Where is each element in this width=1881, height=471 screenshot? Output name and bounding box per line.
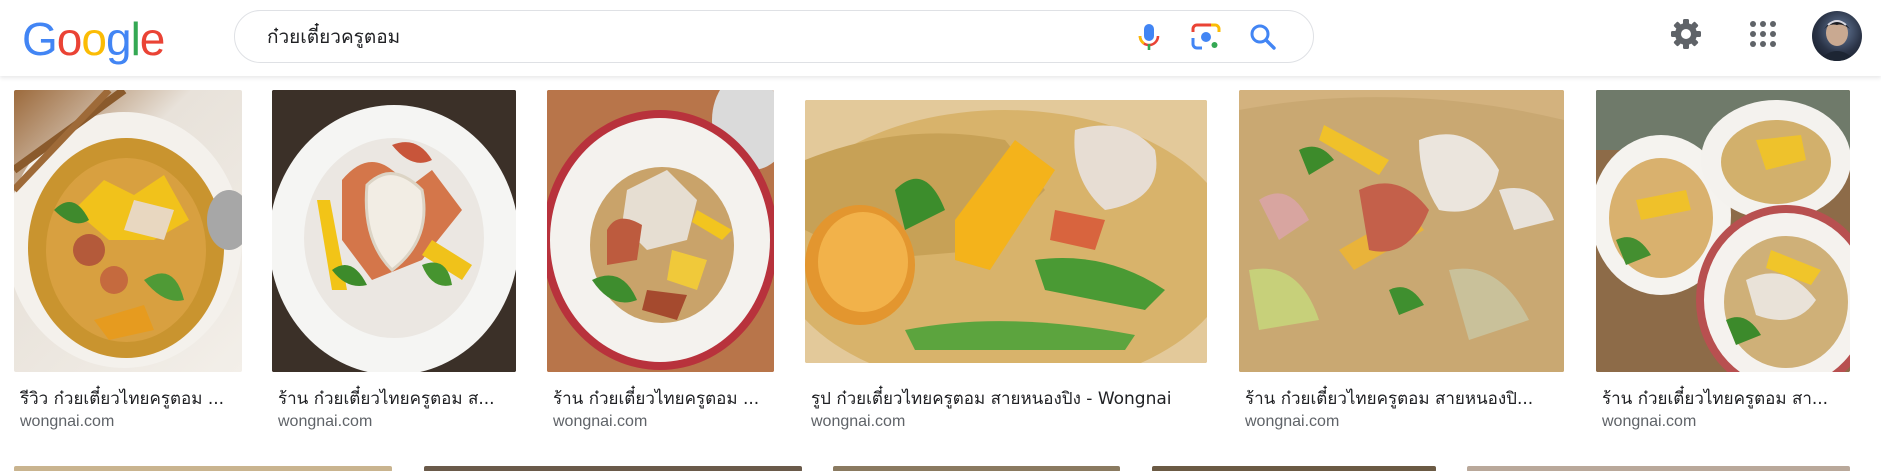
result-thumbnail[interactable] xyxy=(1596,90,1850,372)
result-domain[interactable]: wongnai.com xyxy=(1245,413,1339,431)
result-caption[interactable]: รูป ก๋วยเตี๋ยวไทยครูตอม สายหนองปิง - Won… xyxy=(811,385,1211,412)
next-row-thumbnail[interactable] xyxy=(424,466,802,471)
search-icon[interactable] xyxy=(1247,21,1279,53)
next-row-thumbnail[interactable] xyxy=(1152,466,1436,471)
gear-icon[interactable] xyxy=(1666,14,1706,54)
result-caption[interactable]: ร้าน ก๋วยเตี๋ยวไทยครูตอม ส... xyxy=(278,385,514,412)
result-domain[interactable]: wongnai.com xyxy=(278,413,372,431)
result-domain[interactable]: wongnai.com xyxy=(811,413,905,431)
result-caption[interactable]: รีวิว ก๋วยเตี๋ยวไทยครูตอม ... xyxy=(20,385,240,412)
top-header: G o o g l e xyxy=(0,0,1881,76)
apps-grid-icon[interactable] xyxy=(1743,14,1783,54)
logo-letter: o xyxy=(56,13,83,65)
result-thumbnail[interactable] xyxy=(1239,90,1564,372)
result-thumbnail[interactable] xyxy=(805,100,1207,363)
result-domain[interactable]: wongnai.com xyxy=(20,413,114,431)
search-box[interactable] xyxy=(234,10,1314,63)
logo-letter: e xyxy=(139,13,166,65)
mic-icon[interactable] xyxy=(1133,21,1165,53)
next-row-thumbnail[interactable] xyxy=(14,466,392,471)
result-thumbnail[interactable] xyxy=(272,90,516,372)
next-row-thumbnail[interactable] xyxy=(833,466,1120,471)
result-thumbnail[interactable] xyxy=(547,90,774,372)
camera-lens-icon[interactable] xyxy=(1190,21,1222,53)
result-caption[interactable]: ร้าน ก๋วยเตี๋ยวไทยครูตอม ... xyxy=(553,385,773,412)
logo-letter: G xyxy=(22,13,58,65)
result-thumbnail[interactable] xyxy=(14,90,242,372)
next-row-thumbnail[interactable] xyxy=(1467,466,1850,471)
search-input[interactable] xyxy=(267,23,1067,51)
result-domain[interactable]: wongnai.com xyxy=(1602,413,1696,431)
logo-letter: o xyxy=(81,13,107,65)
logo-letter: g xyxy=(105,13,132,65)
result-caption[interactable]: ร้าน ก๋วยเตี๋ยวไทยครูตอม สา... xyxy=(1602,385,1850,412)
account-avatar[interactable] xyxy=(1812,11,1862,61)
google-logo[interactable]: G o o g l e xyxy=(22,13,166,65)
logo-letter: l xyxy=(130,13,141,65)
result-domain[interactable]: wongnai.com xyxy=(553,413,647,431)
result-caption[interactable]: ร้าน ก๋วยเตี๋ยวไทยครูตอม สายหนองปิ... xyxy=(1245,385,1563,412)
